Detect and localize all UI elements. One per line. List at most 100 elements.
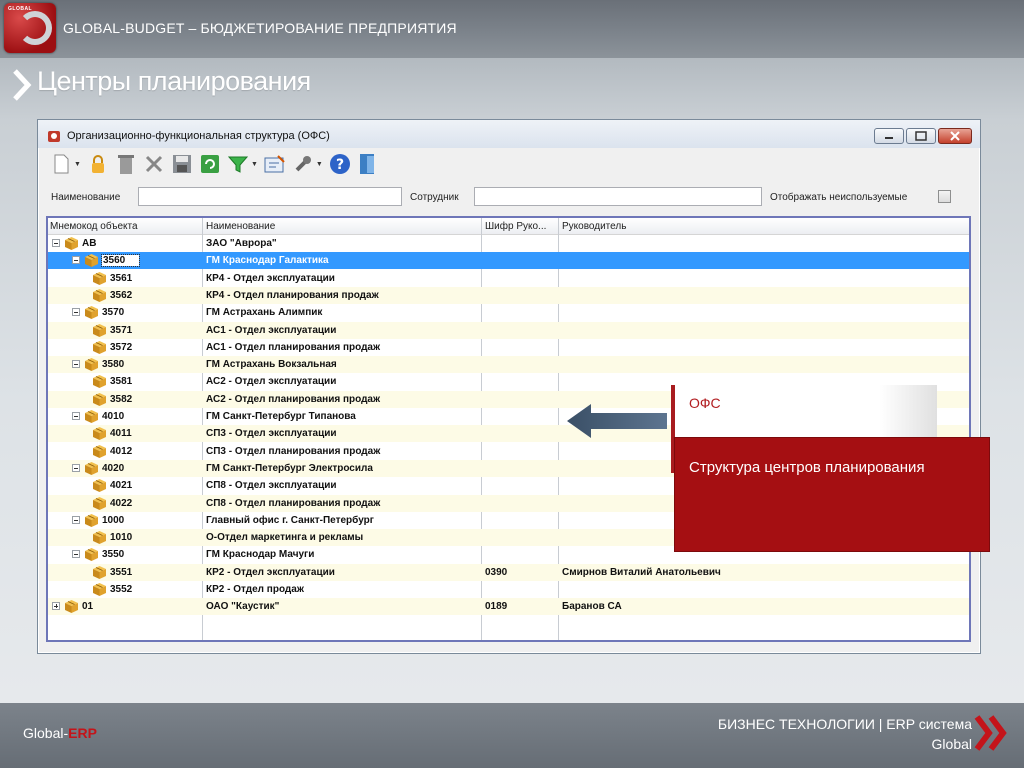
collapse-icon[interactable]: [72, 412, 80, 420]
show-unused-checkbox[interactable]: [938, 190, 951, 203]
cancel-button[interactable]: [143, 153, 165, 175]
column-header-manager[interactable]: Руководитель: [562, 221, 626, 232]
employee-filter-input[interactable]: [474, 187, 762, 206]
collapse-icon[interactable]: [72, 308, 80, 317]
footer-tagline-line2: Global: [931, 736, 972, 752]
cell-code: 4010: [102, 411, 125, 422]
cell-name: КР2 - Отдел продаж: [206, 584, 304, 595]
cell-code: 3561: [110, 272, 133, 284]
package-icon: [84, 253, 99, 268]
refresh-button[interactable]: [199, 153, 221, 175]
cell-code: 4021: [110, 480, 133, 492]
ofs-label: ОФС: [689, 395, 721, 411]
left-arrow-icon: [567, 404, 667, 438]
cell-name: ГМ Краснодар Мачуги: [206, 549, 315, 561]
table-row[interactable]: 3552 КР2 - Отдел продаж: [48, 581, 969, 598]
maximize-button[interactable]: [906, 128, 936, 144]
cell-code: 3560: [100, 254, 141, 268]
top-bar: GLOBAL GLOBAL-BUDGET – БЮДЖЕТИРОВАНИЕ ПР…: [0, 0, 1024, 58]
footer-brand: Global-ERP: [23, 725, 97, 741]
cell-cipher: 0390: [485, 566, 508, 578]
chevron-right-icon: [13, 69, 32, 101]
collapse-icon[interactable]: [72, 360, 80, 369]
settings-button[interactable]: [292, 153, 314, 175]
chevron-down-icon[interactable]: ▼: [74, 161, 81, 168]
footer-brand-accent: ERP: [68, 725, 97, 741]
save-button[interactable]: [171, 153, 193, 175]
table-row[interactable]: 3551 КР2 - Отдел эксплуатации 0390 Смирнов …: [48, 563, 969, 581]
cell-cipher: 0189: [485, 601, 508, 613]
filter-button[interactable]: [227, 153, 249, 175]
window-titlebar[interactable]: Организационно-функциональная структура …: [38, 120, 980, 148]
table-row[interactable]: 3562 КР4 - Отдел планирования продаж: [48, 286, 969, 304]
cell-code: 1010: [110, 532, 133, 544]
column-header-code[interactable]: Мнемокод объекта: [50, 221, 138, 232]
expand-icon[interactable]: [52, 602, 60, 611]
minimize-button[interactable]: [874, 128, 904, 144]
cell-name: АС2 - Отдел эксплуатации: [206, 376, 337, 388]
toolbar: ▼ ▼ ▼ ?: [50, 150, 379, 178]
collapse-icon[interactable]: [72, 463, 80, 472]
cell-manager: Смирнов Виталий Анатольевич: [562, 566, 721, 578]
collapse-icon[interactable]: [72, 515, 80, 524]
cell-name: ГМ Санкт-Петербург Типанова: [206, 411, 356, 422]
collapse-icon[interactable]: [72, 256, 80, 265]
show-unused-label: Отображать неиспользуемые: [770, 192, 908, 203]
trash-icon: [117, 155, 134, 174]
app-icon: [48, 131, 60, 142]
collapse-icon[interactable]: [72, 550, 80, 559]
cell-name: ГМ Санкт-Петербург Электросила: [206, 462, 373, 474]
new-document-icon: [54, 154, 69, 174]
package-icon: [92, 271, 107, 286]
table-row[interactable]: 3560 ГМ Краснодар Галактика: [48, 252, 969, 270]
close-button[interactable]: [938, 128, 972, 144]
table-row[interactable]: 3572 АС1 - Отдел планирования продаж: [48, 339, 969, 356]
package-icon: [92, 340, 107, 355]
footer-brand-prefix: Global-: [23, 725, 69, 741]
maximize-icon: [915, 131, 927, 141]
table-row[interactable]: 01 ОАО "Каустик" 0189 Баранов СА: [48, 598, 969, 616]
table-row[interactable]: 3580 ГМ Астрахань Вокзальная: [48, 356, 969, 374]
collapse-icon[interactable]: [52, 239, 60, 247]
package-icon: [92, 530, 107, 545]
table-row[interactable]: 3561 КР4 - Отдел эксплуатации: [48, 270, 969, 287]
help-icon: ?: [329, 154, 350, 174]
new-document-button[interactable]: [50, 153, 72, 175]
cell-manager: Баранов СА: [562, 601, 622, 613]
employee-filter-label: Сотрудник: [410, 192, 459, 203]
lock-icon: [91, 155, 104, 173]
cell-name: КР4 - Отдел эксплуатации: [206, 272, 335, 284]
column-header-name[interactable]: Наименование: [206, 221, 275, 232]
cell-name: ГМ Краснодар Галактика: [206, 255, 329, 267]
chevron-down-icon[interactable]: ▼: [251, 161, 258, 168]
cell-name: СП3 - Отдел эксплуатации: [206, 428, 337, 440]
table-row[interactable]: 3570 ГМ Астрахань Алимпик: [48, 304, 969, 321]
cell-code: 3550: [102, 549, 125, 561]
exit-button[interactable]: [357, 153, 379, 175]
cell-code: АВ: [82, 238, 97, 249]
package-icon: [64, 599, 79, 614]
refresh-icon: [200, 155, 219, 173]
cell-code: 3581: [110, 376, 133, 388]
edit-button[interactable]: [264, 153, 286, 175]
cell-code: 3572: [110, 341, 133, 353]
cell-name: ГМ Астрахань Вокзальная: [206, 359, 337, 371]
lock-button[interactable]: [87, 153, 109, 175]
cell-code: 3551: [110, 566, 133, 578]
package-icon: [92, 496, 107, 511]
package-icon: [92, 444, 107, 459]
cross-icon: [145, 155, 162, 173]
chevron-down-icon[interactable]: ▼: [316, 161, 323, 168]
table-row[interactable]: 3571 АС1 - Отдел эксплуатации: [48, 321, 969, 339]
column-header-cipher[interactable]: Шифр Руко...: [485, 221, 546, 232]
help-button[interactable]: ?: [329, 153, 351, 175]
window-title: Организационно-функциональная структура …: [67, 130, 330, 142]
name-filter-input[interactable]: [138, 187, 402, 206]
delete-button[interactable]: [115, 153, 137, 175]
cell-name: КР4 - Отдел планирования продаж: [206, 289, 379, 301]
double-chevron-right-icon: [974, 715, 1007, 751]
table-row[interactable]: АВ ЗАО "Аврора": [48, 235, 969, 252]
cell-code: 4011: [110, 428, 132, 440]
package-icon: [92, 565, 107, 580]
header-title: GLOBAL-BUDGET – БЮДЖЕТИРОВАНИЕ ПРЕДПРИЯТ…: [63, 20, 457, 36]
